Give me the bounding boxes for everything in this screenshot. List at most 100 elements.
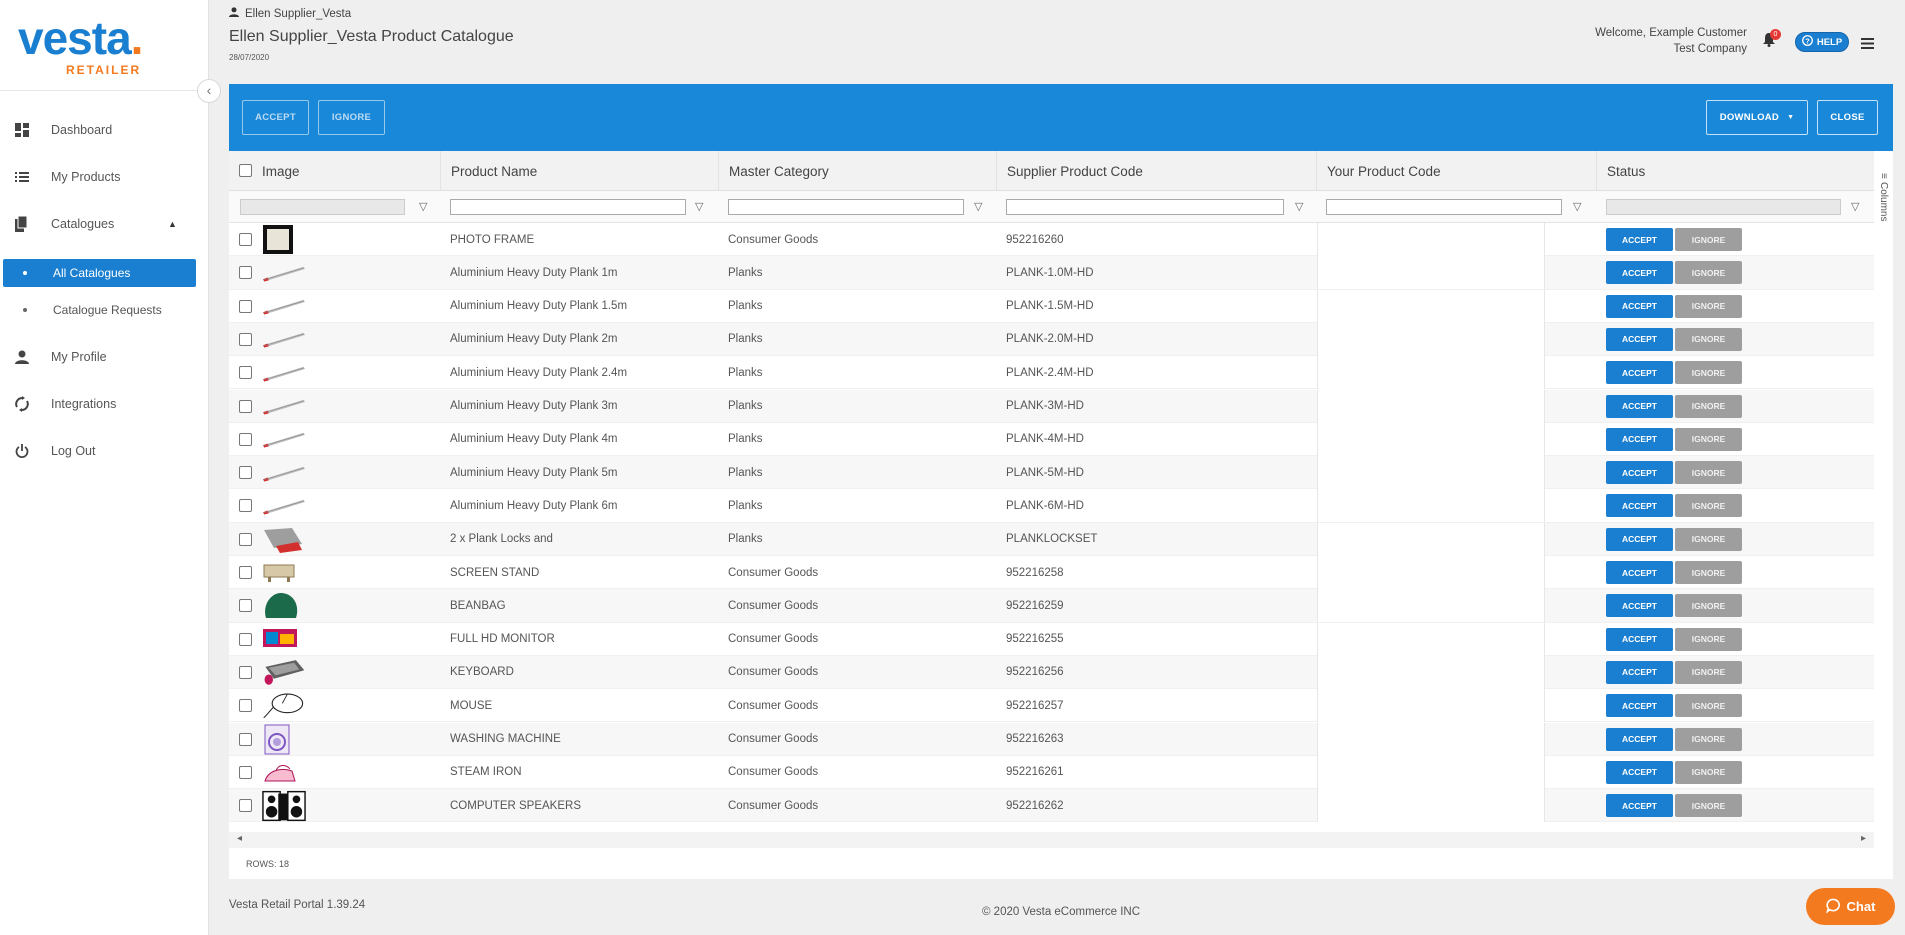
sidebar-subitem-all-catalogues[interactable]: All Catalogues — [3, 259, 196, 287]
row-checkbox[interactable] — [239, 499, 252, 513]
row-ignore-button[interactable]: IGNORE — [1675, 760, 1742, 784]
table-row[interactable]: WASHING MACHINE Consumer Goods 952216263 AC… — [229, 722, 1874, 756]
row-ignore-button[interactable]: IGNORE — [1675, 694, 1742, 718]
table-row[interactable]: 2 x Plank Locks and Planks PLANKLOCKSET ACC… — [229, 522, 1874, 556]
filter-icon[interactable]: ▽ — [1851, 200, 1859, 213]
hamburger-menu-icon[interactable] — [1861, 36, 1874, 49]
your-product-code-input[interactable] — [1317, 655, 1545, 689]
row-ignore-button[interactable]: IGNORE — [1675, 461, 1742, 485]
row-checkbox[interactable] — [239, 765, 252, 779]
your-product-code-input[interactable] — [1317, 422, 1545, 456]
row-accept-button[interactable]: ACCEPT — [1606, 594, 1673, 618]
row-accept-button[interactable]: ACCEPT — [1606, 561, 1673, 584]
filter-icon[interactable]: ▽ — [1573, 200, 1581, 213]
sidebar-item-catalogues[interactable]: Catalogues ▲ — [0, 206, 209, 242]
row-ignore-button[interactable]: IGNORE — [1675, 261, 1742, 285]
table-row[interactable]: SCREEN STAND Consumer Goods 952216258 ACCEP… — [229, 556, 1874, 590]
your-product-code-input[interactable] — [1317, 322, 1545, 356]
bulk-ignore-button[interactable]: IGNORE — [318, 100, 385, 135]
row-accept-button[interactable]: ACCEPT — [1606, 394, 1673, 418]
table-row[interactable]: Aluminium Heavy Duty Plank 2.4m Planks PLA… — [229, 356, 1874, 390]
filter-icon[interactable]: ▽ — [695, 200, 703, 213]
row-ignore-button[interactable]: IGNORE — [1675, 494, 1742, 518]
row-ignore-button[interactable]: IGNORE — [1675, 794, 1742, 818]
row-ignore-button[interactable]: IGNORE — [1675, 527, 1742, 551]
row-ignore-button[interactable]: IGNORE — [1675, 228, 1742, 251]
row-ignore-button[interactable]: IGNORE — [1675, 361, 1742, 385]
your-product-code-input[interactable] — [1317, 689, 1545, 723]
your-product-code-input[interactable] — [1317, 256, 1545, 290]
select-all-checkbox[interactable] — [239, 164, 252, 177]
row-checkbox[interactable] — [239, 399, 252, 413]
row-checkbox[interactable] — [239, 332, 252, 346]
table-row[interactable]: Aluminium Heavy Duty Plank 1m Planks PLANK… — [229, 256, 1874, 290]
sidebar-item-my-products[interactable]: My Products — [0, 159, 209, 195]
row-checkbox[interactable] — [239, 799, 252, 813]
row-accept-button[interactable]: ACCEPT — [1606, 361, 1673, 385]
filter-icon[interactable]: ▽ — [419, 200, 427, 213]
close-button[interactable]: CLOSE — [1817, 100, 1878, 135]
row-checkbox[interactable] — [239, 299, 252, 313]
table-row[interactable]: MOUSE Consumer Goods 952216257 ACCEPT IGNORE — [229, 689, 1874, 723]
row-accept-button[interactable]: ACCEPT — [1606, 794, 1673, 818]
row-accept-button[interactable]: ACCEPT — [1606, 760, 1673, 784]
sidebar-item-my-profile[interactable]: My Profile — [0, 339, 209, 375]
row-ignore-button[interactable]: IGNORE — [1675, 561, 1742, 584]
chevron-up-icon[interactable]: ▲ — [168, 219, 177, 229]
scroll-left-icon[interactable]: ◂ — [237, 833, 242, 844]
horizontal-scrollbar[interactable]: ◂ ▸ — [229, 832, 1874, 848]
row-checkbox[interactable] — [239, 665, 252, 679]
table-row[interactable]: FULL HD MONITOR Consumer Goods 952216255 AC… — [229, 622, 1874, 656]
your-product-code-input[interactable] — [1317, 223, 1545, 256]
your-product-code-input[interactable] — [1317, 622, 1545, 656]
table-row[interactable]: Aluminium Heavy Duty Plank 2m Planks PLANK… — [229, 322, 1874, 357]
table-row[interactable]: Aluminium Heavy Duty Plank 3m Planks PLANK… — [229, 389, 1874, 423]
row-ignore-button[interactable]: IGNORE — [1675, 327, 1742, 351]
row-accept-button[interactable]: ACCEPT — [1606, 228, 1673, 251]
row-ignore-button[interactable]: IGNORE — [1675, 294, 1742, 318]
column-header-image[interactable]: Image — [252, 151, 441, 191]
row-accept-button[interactable]: ACCEPT — [1606, 660, 1673, 684]
row-accept-button[interactable]: ACCEPT — [1606, 294, 1673, 318]
your-product-code-input[interactable] — [1317, 789, 1545, 823]
supplier-code-filter-input[interactable] — [1006, 199, 1284, 215]
sidebar-item-dashboard[interactable]: Dashboard — [0, 112, 209, 148]
your-code-filter-input[interactable] — [1326, 199, 1562, 215]
table-row[interactable]: KEYBOARD Consumer Goods 952216256 ACCEPT IGN… — [229, 655, 1874, 690]
product-name-filter-input[interactable] — [450, 199, 686, 215]
table-row[interactable]: Aluminium Heavy Duty Plank 1.5m Planks PLA… — [229, 289, 1874, 323]
row-checkbox[interactable] — [239, 466, 252, 480]
row-accept-button[interactable]: ACCEPT — [1606, 494, 1673, 518]
table-row[interactable]: BEANBAG Consumer Goods 952216259 ACCEPT IGNO… — [229, 589, 1874, 623]
row-accept-button[interactable]: ACCEPT — [1606, 627, 1673, 651]
row-checkbox[interactable] — [239, 532, 252, 546]
vesta-logo[interactable]: vesta RETAILER — [18, 14, 188, 78]
row-checkbox[interactable] — [239, 699, 252, 713]
row-ignore-button[interactable]: IGNORE — [1675, 394, 1742, 418]
row-accept-button[interactable]: ACCEPT — [1606, 727, 1673, 751]
sidebar-item-integrations[interactable]: Integrations — [0, 386, 209, 422]
download-button[interactable]: DOWNLOAD ▼ — [1706, 100, 1808, 135]
table-row[interactable]: PHOTO FRAME Consumer Goods 952216260 ACCEPT… — [229, 223, 1874, 257]
row-accept-button[interactable]: ACCEPT — [1606, 327, 1673, 351]
collapse-sidebar-button[interactable]: ‹ — [197, 79, 221, 103]
row-checkbox[interactable] — [239, 366, 252, 380]
row-accept-button[interactable]: ACCEPT — [1606, 527, 1673, 551]
your-product-code-input[interactable] — [1317, 722, 1545, 756]
your-product-code-input[interactable] — [1317, 489, 1545, 523]
chat-button[interactable]: Chat — [1806, 888, 1895, 925]
columns-panel-tab[interactable]: ≡ Columns — [1874, 151, 1893, 241]
row-checkbox[interactable] — [239, 599, 252, 613]
column-header-your-code[interactable]: Your Product Code — [1317, 151, 1597, 191]
row-ignore-button[interactable]: IGNORE — [1675, 627, 1742, 651]
table-row[interactable]: COMPUTER SPEAKERS Consumer Goods 952216262… — [229, 789, 1874, 823]
table-row[interactable]: Aluminium Heavy Duty Plank 4m Planks PLANK… — [229, 422, 1874, 457]
table-row[interactable]: Aluminium Heavy Duty Plank 6m Planks PLANK… — [229, 489, 1874, 523]
scroll-right-icon[interactable]: ▸ — [1861, 833, 1866, 844]
table-row[interactable]: Aluminium Heavy Duty Plank 5m Planks PLANK… — [229, 456, 1874, 490]
sidebar-item-log-out[interactable]: Log Out — [0, 433, 209, 469]
row-checkbox[interactable] — [239, 233, 252, 246]
row-checkbox[interactable] — [239, 266, 252, 280]
row-checkbox[interactable] — [239, 632, 252, 646]
column-header-status[interactable]: Status — [1597, 151, 1874, 191]
